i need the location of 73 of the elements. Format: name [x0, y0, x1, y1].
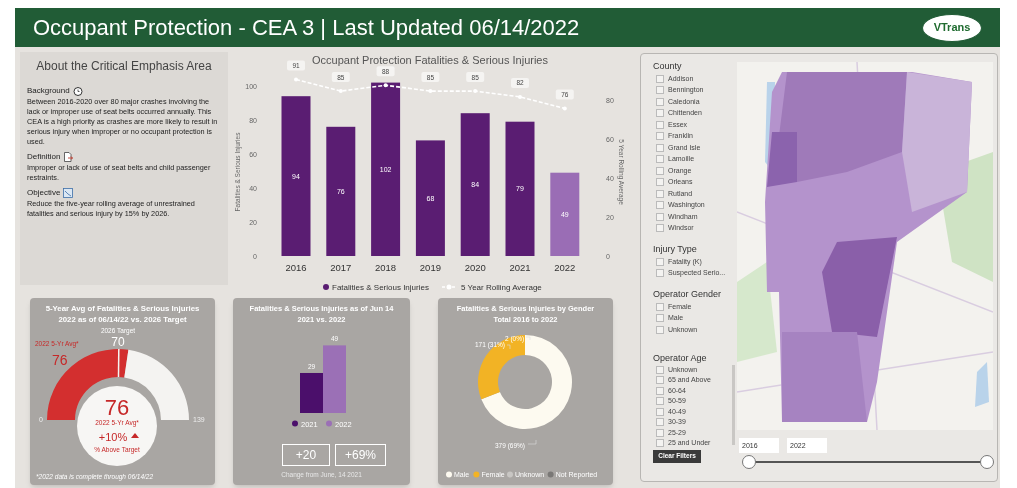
scrollbar[interactable] [732, 364, 735, 445]
checkbox[interactable] [656, 132, 664, 141]
line-point [383, 83, 388, 88]
checkbox[interactable] [656, 302, 664, 311]
checkbox[interactable] [656, 224, 664, 233]
section-heading: Background [27, 85, 70, 97]
line-point [562, 106, 567, 111]
leader-line [527, 439, 537, 445]
checkbox[interactable] [656, 166, 664, 175]
logo: VTrans [922, 13, 982, 42]
line-point [338, 89, 343, 94]
axis-tick-label: 2017 [330, 262, 352, 273]
checkbox[interactable] [656, 189, 664, 198]
legend-marker [473, 471, 480, 478]
axis-tick-label: 2022 [554, 262, 576, 273]
checkbox[interactable] [656, 178, 664, 187]
section-heading: Definition [27, 151, 61, 163]
legend-marker [441, 284, 457, 290]
checkbox[interactable] [656, 155, 664, 164]
chart-title: Occupant Protection Fatalities & Serious Injuries [312, 54, 548, 66]
checkbox[interactable] [656, 201, 664, 210]
checkbox[interactable] [656, 325, 664, 334]
filter-heading: Injury Type [653, 243, 698, 256]
checkbox[interactable] [656, 439, 664, 448]
legend-label: Fatalities & Serious Injuries [332, 283, 429, 292]
checkbox[interactable] [656, 397, 664, 406]
axis-tick-label: 2016 [285, 262, 307, 273]
checkbox[interactable] [656, 143, 664, 152]
legend-marker [446, 471, 452, 478]
checkbox[interactable] [656, 257, 664, 266]
checkbox[interactable] [656, 376, 664, 385]
clock-icon [72, 86, 83, 96]
checkbox[interactable] [656, 109, 664, 118]
line-point [473, 89, 478, 94]
filter-heading: County [653, 60, 683, 73]
average-value: 76 [52, 352, 68, 368]
center-value: 76 [104, 395, 130, 420]
target-marker [117, 348, 120, 378]
section-heading: Objective [27, 187, 61, 199]
change-percent: +69% [335, 444, 386, 466]
checkbox[interactable] [656, 407, 664, 416]
filter-heading: Operator Age [653, 351, 708, 365]
axis-tick-label: 2020 [464, 262, 486, 273]
legend-marker [323, 284, 329, 290]
checkbox[interactable] [656, 386, 664, 395]
checkbox[interactable] [656, 428, 664, 437]
checkbox[interactable] [656, 74, 664, 83]
axis-tick-label: 2018 [375, 262, 397, 273]
target-value: 70 [111, 335, 125, 349]
legend-marker [547, 471, 554, 478]
page-title: Occupant Protection - CEA 3 | Last Updated 06/14/2022 [33, 16, 580, 39]
filter-heading: Operator Gender [653, 288, 723, 301]
axis-tick-label: 2021 [509, 262, 531, 273]
change-count: +20 [282, 444, 330, 466]
leader-line [525, 336, 531, 341]
checkbox[interactable] [656, 314, 664, 323]
chart-icon [63, 188, 74, 198]
change-value: +10% [98, 431, 128, 443]
panel-title: About the Critical Emphasis Area [35, 58, 213, 75]
leader-line [506, 344, 511, 350]
line-point [428, 89, 433, 94]
checkbox[interactable] [656, 97, 664, 106]
legend-label: 5 Year Rolling Average [461, 283, 542, 292]
checkbox[interactable] [656, 269, 664, 278]
checkbox[interactable] [656, 86, 664, 95]
checkbox[interactable] [656, 365, 664, 374]
document-icon [63, 152, 74, 162]
axis-tick-label: 2019 [419, 262, 441, 273]
checkbox[interactable] [656, 212, 664, 221]
up-triangle-icon [131, 433, 139, 438]
checkbox[interactable] [656, 418, 664, 427]
checkbox[interactable] [656, 120, 664, 129]
legend-marker [507, 471, 513, 478]
